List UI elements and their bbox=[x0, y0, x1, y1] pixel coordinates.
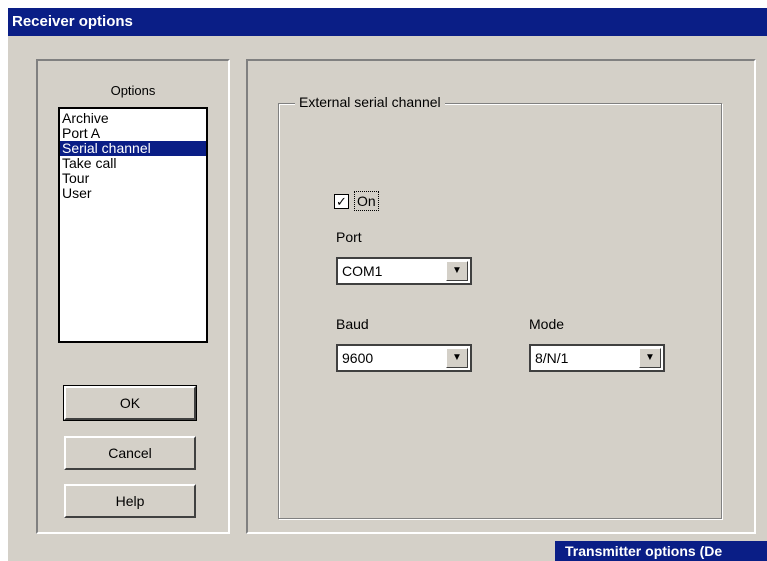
baud-label: Baud bbox=[336, 316, 369, 332]
external-serial-channel-group: External serial channel ✓ On Port COM1 ▼… bbox=[278, 94, 722, 519]
list-item-tour[interactable]: Tour bbox=[60, 171, 206, 186]
chevron-down-icon[interactable]: ▼ bbox=[639, 348, 661, 368]
settings-panel: External serial channel ✓ On Port COM1 ▼… bbox=[246, 59, 756, 534]
baud-value: 9600 bbox=[342, 350, 374, 366]
list-item-archive[interactable]: Archive bbox=[60, 111, 206, 126]
group-title: External serial channel bbox=[295, 94, 445, 110]
mode-label: Mode bbox=[529, 316, 565, 332]
mode-value: 8/N/1 bbox=[535, 350, 569, 366]
on-checkbox-label[interactable]: On bbox=[354, 191, 379, 211]
port-select[interactable]: COM1 ▼ bbox=[336, 257, 472, 285]
options-label: Options bbox=[110, 83, 156, 98]
cancel-button[interactable]: Cancel bbox=[64, 436, 196, 470]
window-title: Receiver options bbox=[8, 8, 767, 36]
ok-button[interactable]: OK bbox=[63, 385, 197, 421]
list-item-take-call[interactable]: Take call bbox=[60, 156, 206, 171]
chevron-down-icon[interactable]: ▼ bbox=[446, 348, 468, 368]
list-item-port-a[interactable]: Port A bbox=[60, 126, 206, 141]
taskbar-transmitter-options[interactable]: Transmitter options (De bbox=[555, 541, 767, 561]
receiver-options-window: Receiver options Options Archive Port A … bbox=[8, 8, 767, 561]
options-listbox[interactable]: Archive Port A Serial channel Take call … bbox=[58, 107, 208, 343]
help-button[interactable]: Help bbox=[64, 484, 196, 518]
on-checkbox[interactable]: ✓ bbox=[334, 194, 349, 209]
mode-select[interactable]: 8/N/1 ▼ bbox=[529, 344, 665, 372]
port-value: COM1 bbox=[342, 263, 383, 279]
port-label: Port bbox=[336, 229, 362, 245]
list-item-serial-channel[interactable]: Serial channel bbox=[60, 141, 206, 156]
options-panel: Options Archive Port A Serial channel Ta… bbox=[36, 59, 230, 534]
chevron-down-icon[interactable]: ▼ bbox=[446, 261, 468, 281]
list-item-user[interactable]: User bbox=[60, 186, 206, 201]
baud-select[interactable]: 9600 ▼ bbox=[336, 344, 472, 372]
